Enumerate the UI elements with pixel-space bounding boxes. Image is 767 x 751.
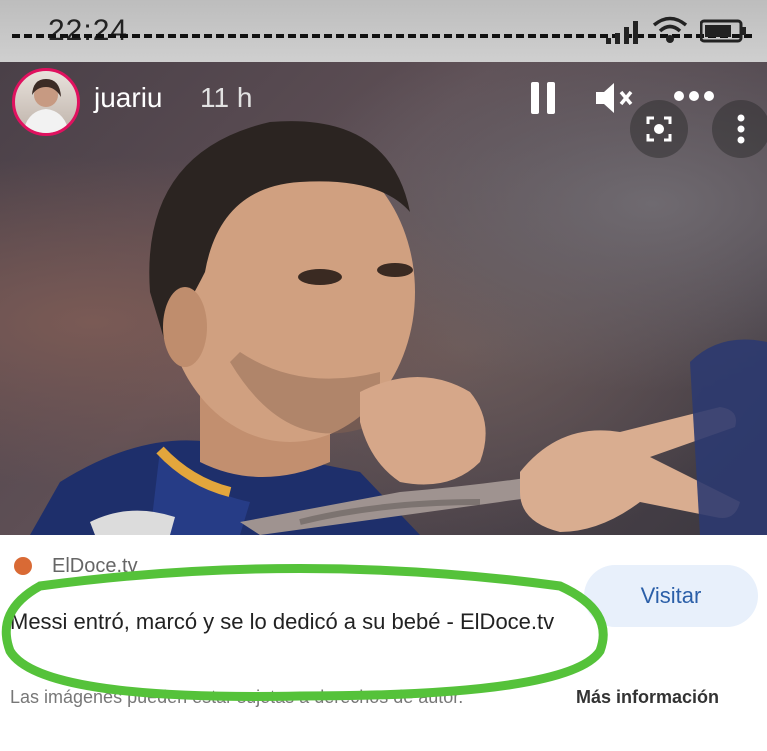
battery-icon <box>700 19 746 43</box>
visit-button[interactable]: Visitar <box>584 565 758 627</box>
mute-icon[interactable] <box>594 80 634 116</box>
kebab-menu-button[interactable] <box>712 100 767 158</box>
source-name: ElDoce.tv <box>52 555 138 577</box>
source-favicon-icon <box>14 557 32 575</box>
status-time: 22:24 <box>48 14 129 47</box>
more-info-link[interactable]: Más información <box>576 687 719 708</box>
wifi-icon <box>652 16 688 43</box>
story-time-ago: 11 h <box>200 82 253 113</box>
signal-icon <box>606 21 638 44</box>
link-card[interactable]: ElDoce.tv Messi entró, marcó y se lo ded… <box>0 535 767 751</box>
article-headline[interactable]: Messi entró, marcó y se lo dedicó a su b… <box>10 605 570 639</box>
lens-icon <box>646 116 672 142</box>
story-viewer[interactable]: juariu 11 h <box>0 62 767 535</box>
pause-icon[interactable] <box>528 80 558 116</box>
avatar-photo <box>23 79 69 133</box>
status-bar: 22:24 <box>0 0 767 62</box>
kebab-icon <box>737 114 745 144</box>
copyright-notice: Las imágenes pueden estar sujetas a dere… <box>10 687 464 707</box>
user-avatar[interactable] <box>12 68 80 136</box>
story-username[interactable]: juariu <box>94 82 162 114</box>
lens-button[interactable] <box>630 100 688 158</box>
